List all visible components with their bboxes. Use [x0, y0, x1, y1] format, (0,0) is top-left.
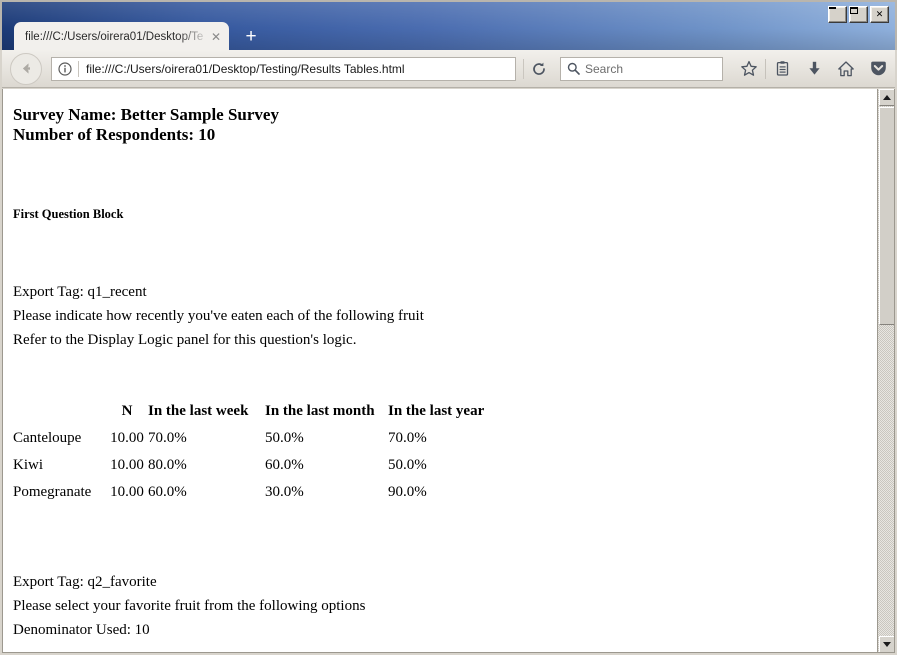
bookmark-star-button[interactable] [733, 54, 765, 84]
tab-close-icon[interactable]: ✕ [207, 31, 225, 43]
scroll-up-icon [883, 95, 891, 100]
row-n: 10.00 [110, 457, 144, 473]
row-n: 10.00 [110, 484, 144, 500]
close-icon: ✕ [875, 9, 884, 19]
row-week: 70.0% [148, 430, 187, 446]
minimize-button[interactable] [828, 6, 847, 23]
row-label: Canteloupe [13, 430, 82, 446]
table-header-week: In the last week [148, 403, 249, 419]
back-arrow-icon [22, 63, 30, 74]
row-week: 60.0% [148, 484, 187, 500]
table-header-n: N [121, 403, 133, 419]
browser-content-frame: Survey Name: Better Sample Survey Number… [2, 89, 895, 653]
q1-export-tag: Export Tag: q1_recent [13, 284, 147, 300]
row-year: 50.0% [388, 457, 427, 473]
row-year: 90.0% [388, 484, 427, 500]
q1-prompt: Please indicate how recently you've eate… [13, 308, 424, 324]
scroll-up-button[interactable] [879, 89, 894, 106]
row-label: Pomegranate [13, 484, 92, 500]
q2-prompt: Please select your favorite fruit from t… [13, 598, 366, 614]
star-icon [741, 60, 757, 76]
scroll-down-icon [883, 642, 891, 647]
scroll-down-button[interactable] [879, 636, 894, 652]
minimize-icon [829, 7, 836, 9]
info-icon[interactable] [52, 58, 78, 80]
vertical-scrollbar[interactable] [877, 89, 894, 652]
close-button[interactable]: ✕ [870, 6, 889, 23]
back-button[interactable] [10, 52, 42, 85]
search-bar[interactable]: Search [560, 56, 723, 81]
search-input[interactable]: Search [585, 62, 722, 76]
q2-denominator: Denominator Used: 10 [13, 622, 150, 638]
scrollbar-thumb[interactable] [879, 107, 894, 325]
survey-name-heading: Survey Name: Better Sample Survey [13, 105, 279, 124]
tab-title: file:///C:/Users/oirera01/Desktop/Te [25, 31, 204, 43]
reload-icon [533, 62, 545, 75]
q1-logic-note: Refer to the Display Logic panel for thi… [13, 332, 357, 348]
window-controls: ✕ [828, 6, 889, 23]
reading-list-button[interactable] [766, 54, 798, 84]
table-header-blank [13, 400, 106, 425]
table-header-row: N In the last week In the last month In … [13, 400, 508, 425]
row-month: 60.0% [265, 457, 304, 473]
url-text: file:///C:/Users/oirera01/Desktop/Testin… [86, 61, 405, 76]
reading-list-icon [776, 61, 788, 76]
table-row: Pomegranate 10.00 60.0% 30.0% 90.0% [13, 479, 508, 506]
download-icon [808, 61, 820, 75]
browser-tab-active[interactable]: file:///C:/Users/oirera01/Desktop/Te ✕ [14, 22, 229, 52]
navigation-toolbar: file:///C:/Users/oirera01/Desktop/Testin… [2, 50, 895, 88]
page-document: Survey Name: Better Sample Survey Number… [3, 89, 878, 652]
maximize-button[interactable] [849, 6, 868, 23]
url-bar[interactable]: file:///C:/Users/oirera01/Desktop/Testin… [51, 56, 516, 81]
search-icon [561, 58, 585, 80]
q1-results-table: N In the last week In the last month In … [13, 400, 508, 506]
home-icon [838, 60, 854, 76]
maximize-icon [850, 7, 858, 14]
downloads-button[interactable] [798, 54, 830, 84]
row-year: 70.0% [388, 430, 427, 446]
pocket-button[interactable] [862, 54, 894, 84]
row-month: 50.0% [265, 430, 304, 446]
row-label: Kiwi [13, 457, 43, 473]
row-n: 10.00 [110, 430, 144, 446]
question-block-heading: First Question Block [13, 207, 124, 221]
table-header-month: In the last month [265, 403, 375, 419]
reload-button[interactable] [524, 56, 554, 82]
respondents-heading: Number of Respondents: 10 [13, 125, 216, 144]
row-week: 80.0% [148, 457, 187, 473]
title-bar: file:///C:/Users/oirera01/Desktop/Te ✕ +… [0, 0, 897, 52]
home-button[interactable] [830, 54, 862, 84]
pocket-icon [870, 61, 886, 76]
q2-export-tag: Export Tag: q2_favorite [13, 574, 157, 590]
table-row: Canteloupe 10.00 70.0% 50.0% 70.0% [13, 425, 508, 452]
browser-window: file:///C:/Users/oirera01/Desktop/Te ✕ +… [0, 0, 897, 655]
new-tab-button[interactable]: + [240, 26, 262, 48]
row-month: 30.0% [265, 484, 304, 500]
table-row: Kiwi 10.00 80.0% 60.0% 50.0% [13, 452, 508, 479]
table-header-year: In the last year [388, 403, 485, 419]
